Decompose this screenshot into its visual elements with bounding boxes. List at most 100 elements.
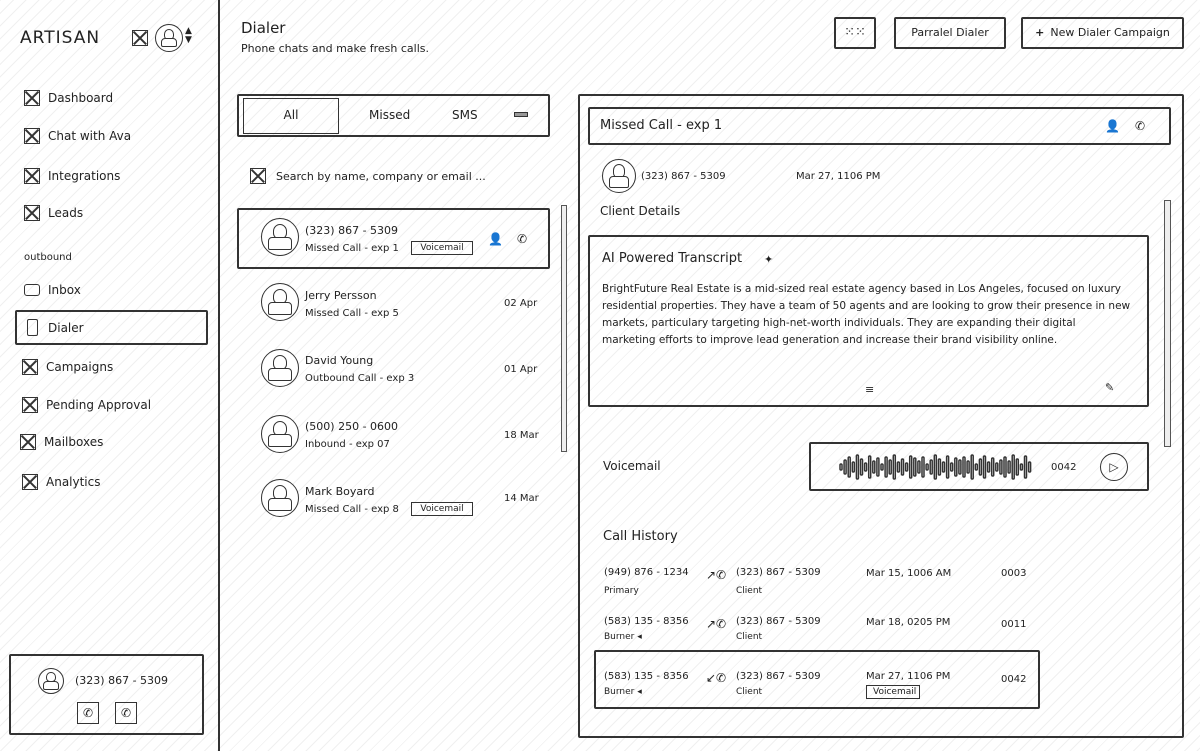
sidebar-item-campaigns[interactable]: Campaigns [22,357,113,377]
contact-name: (323) 867 - 5309 [305,224,399,237]
call-button[interactable]: ✆ [77,702,99,724]
detail-title: Missed Call - exp 1 [600,118,723,133]
history-to: (323) 867 - 5309 [736,671,821,682]
voicemail-duration: 0042 [1051,462,1077,473]
phone-outgoing-icon: ↗✆ [706,617,727,631]
sidebar-item-chat[interactable]: Chat with Ava [24,126,131,146]
history-duration: 0011 [1001,619,1027,630]
contact-name: Jerry Persson [305,289,377,302]
call-list-scrollbar[interactable] [561,205,567,452]
app-logo: ARTISAN [20,28,101,48]
more-tab-icon[interactable] [514,112,528,117]
history-from: (583) 135 - 8356 [604,616,689,627]
user-avatar[interactable] [155,24,183,52]
call-date: 14 Mar [504,493,539,504]
add-contact-icon[interactable]: 👤 [488,232,503,246]
history-from-sub: Burner ◂ [604,632,642,642]
transcript-text: BrightFuture Real Estate is a mid-sized … [602,283,1131,346]
history-date: Mar 15, 1006 AM [866,568,952,579]
parallel-dialer-button[interactable]: Parralel Dialer [894,17,1006,49]
voicemail-tag: Voicemail [411,502,473,516]
call-date: 01 Apr [504,364,538,375]
dial-button[interactable]: ✆ [115,702,137,724]
page-title: Dialer [241,19,286,37]
search-icon [250,168,266,184]
call-history-title: Call History [603,529,678,544]
tab-sms[interactable]: SMS [452,108,478,122]
search-input[interactable]: Search by name, company or email ... [276,170,486,183]
phone-dial-icon: ✆ [120,706,132,720]
contact-avatar [602,159,636,193]
sidebar-item-dashboard[interactable]: Dashboard [24,88,113,108]
notification-icon[interactable] [132,30,148,46]
contact-name: Mark Boyard [305,485,375,498]
call-date: 02 Apr [504,298,538,309]
sidebar-item-dialer[interactable]: Dialer [15,310,208,345]
sidebar-item-leads[interactable]: Leads [24,203,83,223]
table-row-selected[interactable]: (583) 135 - 8356 Burner ◂ ↙✆ (323) 867 -… [594,650,1040,709]
detail-datetime: Mar 27, 1106 PM [796,171,881,182]
dashboard-icon [24,90,40,106]
phone-missed-icon: ↙✆ [706,671,727,685]
contact-avatar [261,218,299,256]
phone-device-icon [27,319,38,336]
contact-avatar [261,283,299,321]
call-type: Missed Call - exp 1 [305,243,399,254]
phone-icon: ✆ [82,706,94,720]
sidebar-item-integrations[interactable]: Integrations [24,166,120,186]
call-type: Missed Call - exp 5 [305,308,399,319]
history-from-sub: Burner ◂ [604,687,642,697]
phone-outgoing-icon: ↗✆ [706,568,727,582]
detail-header: Missed Call - exp 1 👤 ✆ [588,107,1171,145]
phone-icon[interactable]: ✆ [1135,119,1145,133]
history-to: (323) 867 - 5309 [736,567,821,578]
sparkle-icon: ✦ [764,253,774,266]
add-contact-icon[interactable]: 👤 [1105,119,1120,133]
history-date: Mar 27, 1106 PM [866,671,951,682]
section-label-outbound: outbound [24,252,72,263]
sidebar-item-pending-approval[interactable]: Pending Approval [22,395,151,415]
history-duration: 0042 [1001,674,1027,685]
new-dialer-campaign-button[interactable]: + New Dialer Campaign [1021,17,1184,49]
keypad-button[interactable]: ⁙⁙ [834,17,876,49]
caller-avatar [38,668,64,694]
mailboxes-icon [20,434,36,450]
detail-scrollbar[interactable] [1164,200,1171,447]
history-to-sub: Client [736,586,763,596]
chat-icon [24,128,40,144]
tab-all[interactable]: All [243,98,339,134]
account-switch-icon[interactable]: ▲ ▼ [185,27,192,45]
contact-name: David Young [305,354,374,367]
tab-missed[interactable]: Missed [369,108,410,122]
sidebar-item-mailboxes[interactable]: Mailboxes [20,432,103,452]
history-to-sub: Client [736,632,763,642]
sidebar-item-inbox[interactable]: Inbox [24,280,81,300]
edit-notes-icon[interactable]: ✎ [1105,381,1114,394]
call-date: 18 Mar [504,430,539,441]
pending-approval-icon [22,397,38,413]
play-button[interactable]: ▷ [1100,453,1128,481]
waveform[interactable] [837,454,1035,480]
contact-avatar [261,479,299,517]
call-type: Outbound Call - exp 3 [305,373,415,384]
campaigns-icon [22,359,38,375]
phone-icon[interactable]: ✆ [517,232,527,246]
voicemail-player: 0042 ▷ [809,442,1149,491]
contact-name: (500) 250 - 0600 [305,420,399,433]
call-detail-panel [578,94,1184,738]
voicemail-tag: Voicemail [411,241,473,255]
history-from: (583) 135 - 8356 [604,671,689,682]
history-from: (949) 876 - 1234 [604,567,689,578]
client-details-link[interactable]: Client Details [600,204,680,218]
detail-phone: (323) 867 - 5309 [641,171,726,182]
burner-icon: ◂ [637,687,642,697]
sidebar-item-analytics[interactable]: Analytics [22,472,101,492]
sidebar-phone-number: (323) 867 - 5309 [75,674,169,687]
analytics-icon [22,474,38,490]
page-subtitle: Phone chats and make fresh calls. [241,42,430,55]
play-icon: ▷ [1109,460,1119,474]
filter-icon[interactable]: ≡ [865,383,874,396]
inbox-icon [24,284,40,296]
plus-icon: + [1035,26,1045,39]
sidebar: ARTISAN ▲ ▼ Dashboard Chat with Ava Integ… [0,0,220,751]
